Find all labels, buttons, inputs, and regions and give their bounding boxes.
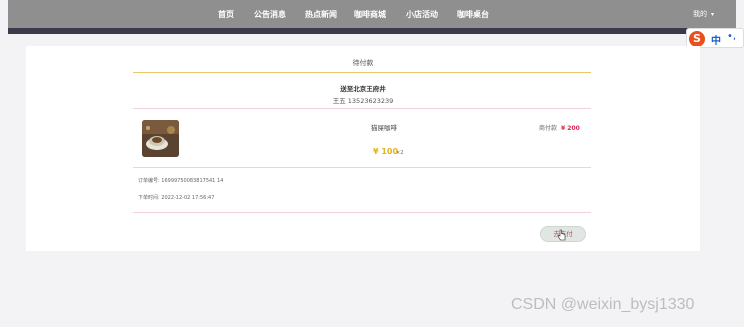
nav-notice[interactable]: 公告消息 [254,9,286,20]
section-divider [133,212,591,213]
order-time-value: 2022-12-02 17:56:47 [161,195,215,201]
product-name: 猫屎咖啡 [371,124,397,132]
order-status-title: 待付款 [352,59,374,67]
subtotal-amount: ¥ 200 [561,125,580,132]
subtotal-label: 商付款 [539,125,558,132]
my-account-label: 我的 [692,10,707,18]
product-image [142,120,179,157]
quantity: ×2 [396,150,404,156]
nav-shop[interactable]: 咖啡商城 [354,9,386,20]
contact-info: 王五 13523623239 [332,97,394,105]
section-divider [133,108,591,109]
order-number-value: 16999750083817541 14 [161,178,224,184]
unit-price: ¥ 100 [373,147,399,156]
my-account-menu[interactable]: 我的 ▾ [693,9,714,19]
top-navigation: 首页 公告消息 热点新闻 咖啡商城 小店活动 咖啡桌台 我的 ▾ [8,0,736,28]
ime-punctuation-indicator: •, [727,31,737,42]
order-number: 订单编号: 16999750083817541 14 [138,177,223,184]
section-divider [133,167,591,168]
nav-news[interactable]: 热点新闻 [305,9,337,20]
chevron-down-icon: ▾ [710,11,714,18]
nav-underline-bar [8,28,736,34]
order-time-label: 下单时间: [138,195,160,201]
title-divider [133,72,591,73]
csdn-watermark: CSDN @weixin_bysj1330 [511,296,695,313]
hand-cursor-icon [557,229,566,241]
nav-activity[interactable]: 小店活动 [406,9,438,20]
subtotal: 商付款 ¥ 200 [539,123,580,132]
nav-home[interactable]: 首页 [218,9,234,20]
ime-mode-indicator[interactable]: 中 [711,32,721,47]
nav-tables[interactable]: 咖啡桌台 [457,9,489,20]
ime-toolbar[interactable]: S 中 •, [686,28,744,48]
order-time: 下单时间: 2022-12-02 17:56:47 [138,194,214,201]
order-card: 待付款 送至北京王府井 王五 13523623239 猫屎咖啡 商付款 ¥ 200… [26,46,700,251]
delivery-address: 送至北京王府井 [340,85,386,93]
sogou-logo-icon: S [689,31,705,47]
order-number-label: 订单编号: [138,178,160,184]
